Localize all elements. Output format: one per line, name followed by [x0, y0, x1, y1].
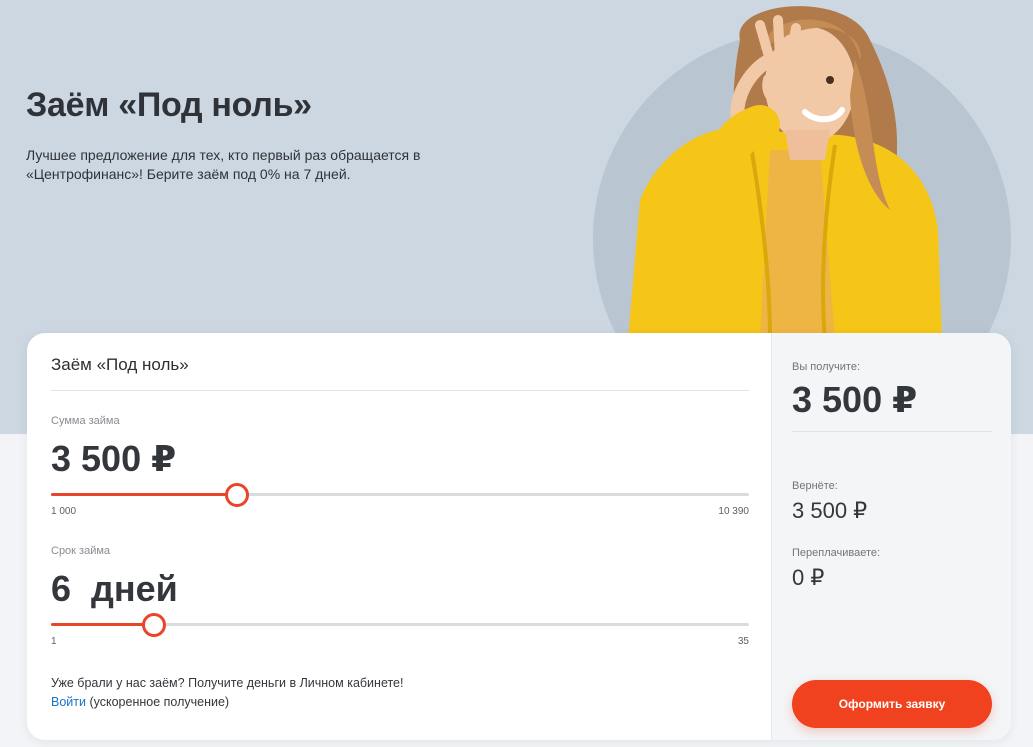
login-suffix: (ускоренное получение) — [85, 695, 230, 709]
term-slider[interactable] — [51, 613, 749, 637]
amount-label: Сумма займа — [51, 415, 120, 427]
amount-min-label: 1 000 — [51, 506, 77, 517]
amount-slider[interactable] — [51, 483, 749, 507]
term-min-label: 1 — [51, 636, 57, 647]
calculator-form: Заём «Под ноль» Сумма займа 3 500 ₽ 1 00… — [27, 333, 771, 740]
term-max-label: 35 — [737, 636, 749, 647]
term-label: Срок займа — [51, 545, 111, 557]
overpay-value: 0 ₽ — [792, 565, 825, 590]
loan-calculator-card: Заём «Под ноль» Сумма займа 3 500 ₽ 1 00… — [27, 333, 1011, 740]
amount-slider-fill — [51, 493, 237, 496]
divider — [51, 390, 749, 391]
amount-value: 3 500 ₽ — [51, 438, 177, 479]
term-slider-fill — [51, 623, 154, 626]
summary-panel: Вы получите: 3 500 ₽ Вернёте: 3 500 ₽ Пе… — [771, 333, 1011, 740]
receive-label: Вы получите: — [792, 361, 861, 373]
term-value: 6 дней — [51, 568, 178, 609]
receive-value: 3 500 ₽ — [792, 379, 918, 420]
hero-description: Лучшее предложение для тех, кто первый р… — [26, 147, 421, 182]
page-title: Заём «Под ноль» — [26, 86, 312, 124]
amount-slider-thumb[interactable] — [224, 483, 249, 507]
overpay-label: Переплачиваете: — [792, 547, 881, 559]
login-link[interactable]: Войти — [51, 695, 86, 709]
return-value: 3 500 ₽ — [792, 498, 868, 523]
hero-person-illustration — [628, 6, 942, 340]
apply-button[interactable]: Оформить заявку — [792, 680, 992, 728]
return-label: Вернёте: — [792, 480, 838, 492]
amount-max-label: 10 390 — [718, 506, 749, 517]
returning-customer-note: Уже брали у нас заём? Получите деньги в … — [51, 676, 404, 690]
term-slider-thumb[interactable] — [141, 613, 166, 637]
login-line: Войти (ускоренное получение) — [51, 695, 229, 709]
calculator-title: Заём «Под ноль» — [51, 355, 189, 374]
divider — [792, 431, 992, 432]
